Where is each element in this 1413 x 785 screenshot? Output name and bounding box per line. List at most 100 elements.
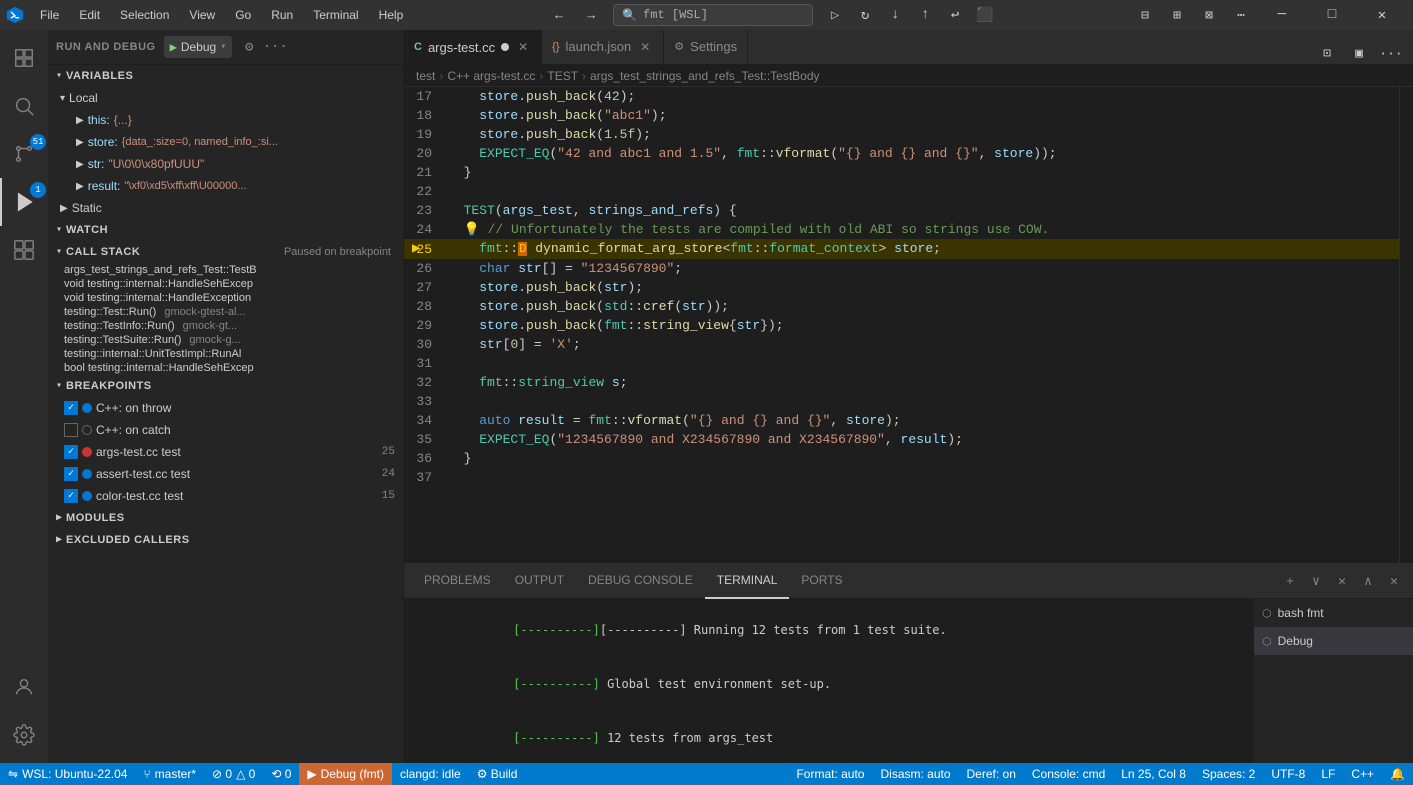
statusbar-line-col[interactable]: Ln 25, Col 8 — [1113, 763, 1194, 785]
run-icon[interactable]: ▷ — [821, 4, 849, 26]
statusbar-deref[interactable]: Deref: on — [959, 763, 1024, 785]
breakpoints-section-header[interactable]: ▾ BREAKPOINTS — [48, 375, 403, 397]
callstack-item-6[interactable]: testing::internal::UnitTestImpl::RunAl — [48, 347, 403, 361]
bp-item-0[interactable]: ✓ C++: on throw — [48, 397, 403, 419]
panel-tab-terminal[interactable]: TERMINAL — [705, 564, 790, 599]
minimize-button[interactable]: ─ — [1259, 0, 1305, 30]
watch-section-header[interactable]: ▾ WATCH — [48, 219, 403, 241]
activity-extensions[interactable] — [0, 226, 48, 274]
menu-help[interactable]: Help — [369, 0, 414, 30]
callstack-item-3[interactable]: testing::Test::Run() gmock-gtest-al... — [48, 305, 403, 319]
statusbar-debug[interactable]: ▶ Debug (fmt) — [299, 763, 392, 785]
activity-source-control[interactable]: 51 — [0, 130, 48, 178]
bp-item-4[interactable]: ✓ color-test.cc test 15 — [48, 485, 403, 507]
bp-checkbox-4[interactable]: ✓ — [64, 489, 78, 503]
forward-button[interactable]: → — [577, 4, 605, 26]
panel-kill-terminal[interactable]: ✕ — [1331, 570, 1353, 592]
tab-close-launch-json[interactable]: ✕ — [637, 39, 653, 55]
close-button[interactable]: ✕ — [1359, 0, 1405, 30]
bp-item-3[interactable]: ✓ assert-test.cc test 24 — [48, 463, 403, 485]
code-scroll-area[interactable]: 17 store.push_back(42); 18 store.push_ba… — [404, 87, 1399, 563]
menu-file[interactable]: File — [30, 0, 69, 30]
panel-tab-problems[interactable]: PROBLEMS — [412, 564, 503, 599]
statusbar-sync[interactable]: ⟲ 0 — [263, 763, 299, 785]
menu-edit[interactable]: Edit — [69, 0, 110, 30]
callstack-item-0[interactable]: args_test_strings_and_refs_Test::TestB — [48, 263, 403, 277]
bp-item-2[interactable]: ✓ args-test.cc test 25 — [48, 441, 403, 463]
menu-selection[interactable]: Selection — [110, 0, 179, 30]
callstack-section-header[interactable]: ▾ CALL STACK Paused on breakpoint — [48, 241, 403, 263]
statusbar-spaces[interactable]: Spaces: 2 — [1194, 763, 1263, 785]
var-result[interactable]: ▶ result: "\xf0\xd5\xff\xff\U00000... — [48, 175, 403, 197]
debug-step-over[interactable]: ↻ — [851, 4, 879, 26]
debug-step-into[interactable]: ↓ — [881, 4, 909, 26]
modules-section-header[interactable]: ▶ MODULES — [48, 507, 403, 529]
menu-view[interactable]: View — [179, 0, 225, 30]
tab-launch-json[interactable]: {} launch.json ✕ — [542, 30, 664, 64]
breadcrumb-file[interactable]: C++ args-test.cc — [447, 69, 535, 83]
layout-btn-1[interactable]: ⊟ — [1131, 4, 1159, 26]
debug-stop[interactable]: ⬛ — [971, 4, 999, 26]
var-str[interactable]: ▶ str: "U\0\0\x80pfUUU" — [48, 153, 403, 175]
bp-item-1[interactable]: C++: on catch — [48, 419, 403, 441]
breadcrumb-body[interactable]: args_test_strings_and_refs_Test::TestBod… — [590, 69, 819, 83]
maximize-button[interactable]: □ — [1309, 0, 1355, 30]
statusbar-errors[interactable]: ⊘ 0 △ 0 — [204, 763, 263, 785]
activity-account[interactable] — [0, 663, 48, 711]
statusbar-wsl[interactable]: ⇋ WSL: Ubuntu-22.04 — [0, 763, 135, 785]
callstack-item-5[interactable]: testing::TestSuite::Run() gmock-g... — [48, 333, 403, 347]
panel-launch-profile[interactable]: ∨ — [1305, 570, 1327, 592]
breadcrumb-test[interactable]: test — [416, 69, 435, 83]
search-bar[interactable]: 🔍 fmt [WSL] — [613, 4, 813, 26]
callstack-item-2[interactable]: void testing::internal::HandleException — [48, 291, 403, 305]
var-this[interactable]: ▶ this: {...} — [48, 109, 403, 131]
debug-more-btn[interactable]: ··· — [264, 36, 286, 58]
terminal-bash[interactable]: ⬡ bash fmt — [1254, 599, 1413, 627]
var-store[interactable]: ▶ store: {data_:size=0, named_info_:si..… — [48, 131, 403, 153]
statusbar-eol[interactable]: LF — [1313, 763, 1343, 785]
callstack-item-1[interactable]: void testing::internal::HandleSehExcep — [48, 277, 403, 291]
menu-go[interactable]: Go — [225, 0, 261, 30]
activity-search[interactable] — [0, 82, 48, 130]
statusbar-build[interactable]: ⚙ Build — [469, 763, 526, 785]
local-section[interactable]: ▾ Local — [48, 87, 403, 109]
callstack-item-7[interactable]: bool testing::internal::HandleSehExcep — [48, 361, 403, 375]
panel-tab-debug-console[interactable]: DEBUG CONSOLE — [576, 564, 705, 599]
terminal-debug[interactable]: ⬡ Debug — [1254, 627, 1413, 655]
split-editor-btn[interactable]: ⊡ — [1313, 42, 1341, 64]
statusbar-lang[interactable]: C++ — [1343, 763, 1382, 785]
tab-settings[interactable]: ⚙ Settings — [664, 30, 748, 64]
callstack-item-4[interactable]: testing::TestInfo::Run() gmock-gt... — [48, 319, 403, 333]
layout-btn-2[interactable]: ⊞ — [1163, 4, 1191, 26]
static-section[interactable]: ▶ Static — [48, 197, 403, 219]
panel-add-terminal[interactable]: + — [1279, 570, 1301, 592]
bp-checkbox-2[interactable]: ✓ — [64, 445, 78, 459]
statusbar-encoding[interactable]: UTF-8 — [1263, 763, 1313, 785]
activity-run-debug[interactable]: 1 — [0, 178, 48, 226]
debug-settings-btn[interactable]: ⚙ — [238, 36, 260, 58]
bp-checkbox-0[interactable]: ✓ — [64, 401, 78, 415]
menu-terminal[interactable]: Terminal — [303, 0, 368, 30]
panel-tab-ports[interactable]: PORTS — [789, 564, 854, 599]
statusbar-clangd[interactable]: clangd: idle — [392, 763, 469, 785]
excluded-callers-section-header[interactable]: ▶ EXCLUDED CALLERS — [48, 529, 403, 551]
breadcrumb-symbol[interactable]: TEST — [547, 69, 578, 83]
debug-step-out[interactable]: ↑ — [911, 4, 939, 26]
statusbar-disasm[interactable]: Disasm: auto — [872, 763, 958, 785]
statusbar-format[interactable]: Format: auto — [788, 763, 872, 785]
tab-args-test[interactable]: C args-test.cc ✕ — [404, 30, 542, 64]
layout-toggle-btn[interactable]: ▣ — [1345, 42, 1373, 64]
activity-settings[interactable] — [0, 711, 48, 759]
statusbar-console[interactable]: Console: cmd — [1024, 763, 1113, 785]
statusbar-branch[interactable]: ⑂ master* — [135, 763, 204, 785]
bp-checkbox-3[interactable]: ✓ — [64, 467, 78, 481]
layout-btn-4[interactable]: ⋯ — [1227, 4, 1255, 26]
panel-close[interactable]: ✕ — [1383, 570, 1405, 592]
back-button[interactable]: ← — [545, 4, 573, 26]
debug-config-selector[interactable]: ▶ Debug ▾ — [164, 36, 233, 58]
panel-tab-output[interactable]: OUTPUT — [503, 564, 576, 599]
variables-section-header[interactable]: ▾ VARIABLES — [48, 65, 403, 87]
layout-btn-3[interactable]: ⊠ — [1195, 4, 1223, 26]
tab-close-args-test[interactable]: ✕ — [515, 39, 531, 55]
menu-run[interactable]: Run — [261, 0, 303, 30]
